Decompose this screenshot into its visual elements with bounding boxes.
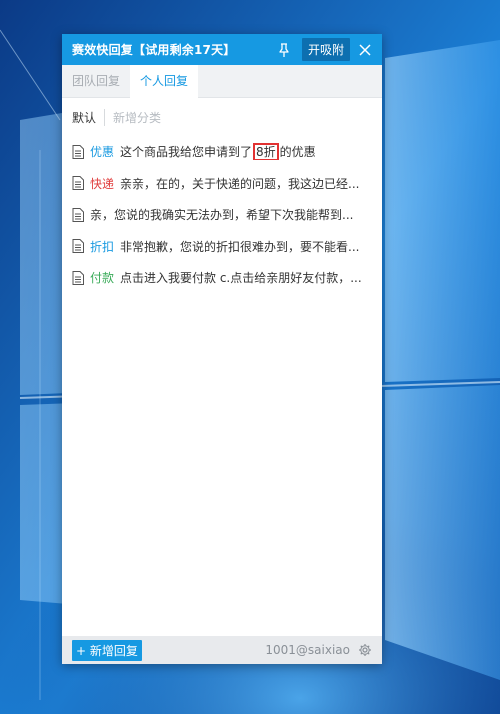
reply-tabs: 团队回复 个人回复 [62, 65, 382, 98]
document-icon [72, 239, 84, 254]
reply-content: 亲，您说的我确实无法办到，希望下次我能帮到... [90, 208, 354, 223]
reply-text-after: 的优惠 [279, 145, 316, 160]
document-icon [72, 270, 84, 285]
reply-tag: 付款 [90, 271, 115, 286]
category-default[interactable]: 默认 [72, 108, 106, 126]
document-icon [72, 176, 84, 191]
reply-item-cannot-help[interactable]: 亲，您说的我确实无法办到，希望下次我能帮到... [62, 199, 382, 231]
category-bar: 默认 新增分类 [62, 98, 382, 136]
reply-tag: 优惠 [90, 145, 115, 160]
gear-icon[interactable] [358, 643, 372, 657]
tab-personal-replies[interactable]: 个人回复 [130, 65, 199, 98]
reply-content: 这个商品我给您申请到了 8折 的优惠 [120, 143, 372, 161]
attach-button[interactable]: 开吸附 [301, 38, 350, 61]
reply-content: 点击进入我要付款 c.点击给亲朋好友付款，... [120, 271, 362, 286]
quick-reply-window: 赛效快回复【试用剩余17天】 开吸附 团队回复 个人回复 默认 新增分类 优惠 … [62, 34, 382, 664]
close-icon[interactable] [358, 43, 372, 57]
window-titlebar[interactable]: 赛效快回复【试用剩余17天】 开吸附 [62, 34, 382, 65]
reply-item-discount-offer[interactable]: 优惠 这个商品我给您申请到了 8折 的优惠 [62, 136, 382, 168]
reply-tag: 快递 [90, 176, 115, 191]
reply-text-before: 这个商品我给您申请到了 [120, 145, 253, 160]
account-label: 1001@saixiao [265, 643, 350, 657]
reply-item-payment[interactable]: 付款 点击进入我要付款 c.点击给亲朋好友付款，... [62, 262, 382, 294]
reply-item-discount-refuse[interactable]: 折扣 非常抱歉，您说的折扣很难办到，要不能看... [62, 231, 382, 263]
desktop-background: 赛效快回复【试用剩余17天】 开吸附 团队回复 个人回复 默认 新增分类 优惠 … [0, 0, 500, 714]
document-icon [72, 144, 84, 159]
document-icon [72, 207, 84, 222]
reply-content: 亲亲，在的，关于快递的问题，我这边已经... [120, 176, 360, 191]
reply-content: 非常抱歉，您说的折扣很难办到，要不能看... [120, 239, 360, 254]
add-reply-button[interactable]: + 新增回复 [72, 639, 142, 661]
highlighted-discount: 8折 [253, 143, 279, 161]
window-title: 赛效快回复【试用剩余17天】 [72, 43, 236, 57]
reply-tag: 折扣 [90, 239, 115, 254]
tab-team-replies[interactable]: 团队回复 [62, 65, 130, 97]
reply-list: 优惠 这个商品我给您申请到了 8折 的优惠 快递 亲亲，在的，关于快递的问题，我这边… [62, 136, 382, 294]
add-category-link[interactable]: 新增分类 [105, 109, 161, 126]
reply-item-delivery[interactable]: 快递 亲亲，在的，关于快递的问题，我这边已经... [62, 168, 382, 200]
window-footer: + 新增回复 1001@saixiao [62, 636, 382, 664]
pin-icon[interactable] [276, 42, 292, 58]
